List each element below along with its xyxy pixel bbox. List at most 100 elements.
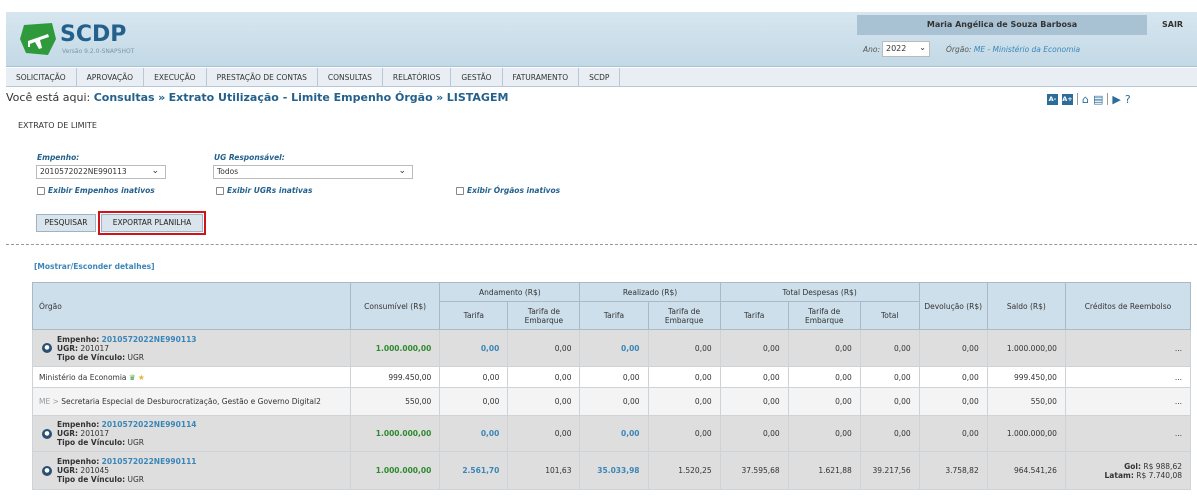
- breadcrumb-prefix: Você está aqui:: [6, 91, 91, 104]
- expand-icon[interactable]: ●: [42, 428, 52, 439]
- col-and-tarifa: Tarifa: [439, 301, 509, 330]
- year-select[interactable]: 2022 ⌄: [882, 41, 930, 57]
- top-strip: [0, 0, 1197, 12]
- breadcrumb-listagem: LISTAGEM: [446, 91, 509, 104]
- expand-icon[interactable]: ●: [42, 343, 52, 353]
- video-icon[interactable]: ▶: [1112, 94, 1120, 105]
- cell-real-tarifa[interactable]: 0,00: [579, 329, 649, 367]
- col-total-despesas: Total Despesas (R$): [719, 282, 920, 302]
- airplane-logo-icon: [20, 23, 56, 55]
- checkbox[interactable]: [37, 186, 45, 195]
- help-icon[interactable]: ?: [1125, 94, 1131, 105]
- tipo-key: Tipo de Vínculo:: [57, 438, 126, 447]
- orgao-label: Órgão:: [946, 45, 972, 54]
- cell-real-tarifa: 0,00: [579, 387, 649, 416]
- cell-consumivel: 550,00: [349, 387, 441, 416]
- checkbox[interactable]: [216, 186, 224, 195]
- cell-and-tarifa: 0,00: [439, 366, 509, 388]
- table-row: ● Empenho: 2010572022NE990113 UGR: 201017 T…: [32, 329, 1192, 367]
- home-icon[interactable]: ⌂: [1082, 94, 1089, 105]
- row-orgao-cell: ME > Secretaria Especial de Desburocrati…: [32, 387, 351, 416]
- cell-and-tarifa[interactable]: 0,00: [439, 415, 509, 452]
- cell-devolucao: 0,00: [918, 366, 988, 388]
- crown-icon: ♛: [128, 372, 136, 382]
- orgao-value[interactable]: ME - Ministério da Economia: [974, 45, 1080, 54]
- table-row: ME > Secretaria Especial de Desburocrati…: [32, 387, 1192, 416]
- checkbox[interactable]: [456, 186, 464, 195]
- cell-tot-tarifa: 0,00: [719, 387, 789, 416]
- cell-and-tarifa: 0,00: [439, 387, 509, 416]
- highlight-box: [98, 211, 206, 235]
- divider: [1107, 93, 1109, 105]
- chk-ugrs-inativas[interactable]: Exibir UGRs inativas: [216, 186, 312, 195]
- row-orgao-cell: ● Empenho: 2010572022NE990114 UGR: 201017 T…: [32, 415, 351, 452]
- cell-real-tarifa: 0,00: [579, 366, 649, 388]
- main-menu: SOLICITAÇÃO APROVAÇÃO EXECUÇÃO PRESTAÇÃO…: [6, 68, 1197, 87]
- row-orgao-cell: ● Empenho: 2010572022NE990113 UGR: 201017 T…: [32, 329, 351, 367]
- search-button[interactable]: PESQUISAR: [36, 214, 96, 232]
- ugr-key: UGR:: [57, 466, 79, 475]
- menu-execucao[interactable]: EXECUÇÃO: [144, 68, 207, 87]
- app-logo-text: SCDP: [60, 22, 127, 47]
- col-andamento: Andamento (R$): [439, 282, 581, 302]
- cell-devolucao: 3.758,82: [918, 451, 988, 490]
- col-devolucao: Devolução (R$): [918, 282, 988, 330]
- cell-real-tarifa[interactable]: 0,00: [579, 415, 649, 452]
- orgao-name: Secretaria Especial de Desburocratização…: [61, 396, 321, 406]
- cell-and-embarque: 101,63: [507, 451, 581, 490]
- breadcrumb-extrato[interactable]: Extrato Utilização - Limite Empenho Órgã…: [169, 91, 433, 104]
- chk-empenhos-inativos[interactable]: Exibir Empenhos inativos: [37, 186, 155, 195]
- menu-relatorios[interactable]: RELATÓRIOS: [383, 68, 452, 87]
- col-real-tarifa: Tarifa: [579, 301, 649, 330]
- cell-creditos: ...: [1064, 387, 1192, 416]
- breadcrumb: Você está aqui: Consultas » Extrato Util…: [6, 90, 1197, 106]
- font-increase-button[interactable]: A+: [1062, 93, 1073, 105]
- table-row: Ministério da Economia ♛ ★ 999.450,00 0,…: [32, 366, 1192, 388]
- cell-consumivel: 1.000.000,00: [349, 415, 441, 452]
- empenho-link[interactable]: 2010572022NE990111: [102, 457, 197, 466]
- cell-devolucao: 0,00: [918, 415, 988, 452]
- cell-total: 39.217,56: [859, 451, 920, 490]
- cell-tot-embarque: 0,00: [787, 366, 861, 388]
- font-decrease-button[interactable]: A-: [1047, 93, 1058, 105]
- expand-icon[interactable]: ●: [42, 465, 52, 476]
- col-tot-tarifa: Tarifa: [719, 301, 789, 330]
- breadcrumb-consultas[interactable]: Consultas: [94, 91, 155, 104]
- ug-value: Todos: [217, 167, 239, 176]
- empenho-key: Empenho:: [57, 420, 100, 429]
- chat-icon[interactable]: ▤: [1093, 94, 1103, 105]
- menu-gestao[interactable]: GESTÃO: [451, 68, 503, 87]
- menu-scdp[interactable]: SCDP: [579, 68, 621, 87]
- orgao-info: Órgão: ME - Ministério da Economia: [946, 45, 1080, 54]
- cell-total: 0,00: [859, 387, 920, 416]
- cell-consumivel: 1.000.000,00: [349, 451, 441, 490]
- col-realizado: Realizado (R$): [579, 282, 721, 302]
- cell-total: 0,00: [859, 366, 920, 388]
- toggle-details-link[interactable]: [Mostrar/Esconder detalhes]: [34, 262, 155, 271]
- col-and-embarque: Tarifa de Embarque: [507, 301, 581, 330]
- cell-and-embarque: 0,00: [507, 387, 581, 416]
- logout-link[interactable]: SAIR: [1162, 15, 1183, 35]
- star-icon: ★: [138, 372, 145, 382]
- menu-faturamento[interactable]: FATURAMENTO: [503, 68, 580, 87]
- col-tot-embarque: Tarifa de Embarque: [787, 301, 861, 330]
- menu-consultas[interactable]: CONSULTAS: [318, 68, 383, 87]
- cell-real-tarifa[interactable]: 35.033,98: [579, 451, 649, 490]
- empenho-select[interactable]: 2010572022NE990113 ⌄: [36, 165, 166, 179]
- empenho-value: 2010572022NE990113: [40, 167, 127, 176]
- cell-real-embarque: 0,00: [647, 415, 721, 452]
- cell-saldo: 1.000.000,00: [986, 415, 1066, 452]
- cell-and-tarifa[interactable]: 0,00: [439, 329, 509, 367]
- ugr-value: 201017: [80, 429, 110, 438]
- menu-aprovacao[interactable]: APROVAÇÃO: [77, 68, 145, 87]
- cell-real-embarque: 0,00: [647, 387, 721, 416]
- cell-total: 0,00: [859, 415, 920, 452]
- menu-prestacao-de-contas[interactable]: PRESTAÇÃO DE CONTAS: [207, 68, 318, 87]
- menu-solicitacao[interactable]: SOLICITAÇÃO: [6, 68, 77, 87]
- chk-orgaos-inativos[interactable]: Exibir Órgãos inativos: [456, 186, 560, 195]
- empenho-link[interactable]: 2010572022NE990114: [102, 420, 197, 429]
- cell-and-tarifa[interactable]: 2.561,70: [439, 451, 509, 490]
- cell-saldo: 999.450,00: [986, 366, 1066, 388]
- empenho-link[interactable]: 2010572022NE990113: [102, 335, 197, 344]
- ug-select[interactable]: Todos ⌄: [213, 165, 413, 179]
